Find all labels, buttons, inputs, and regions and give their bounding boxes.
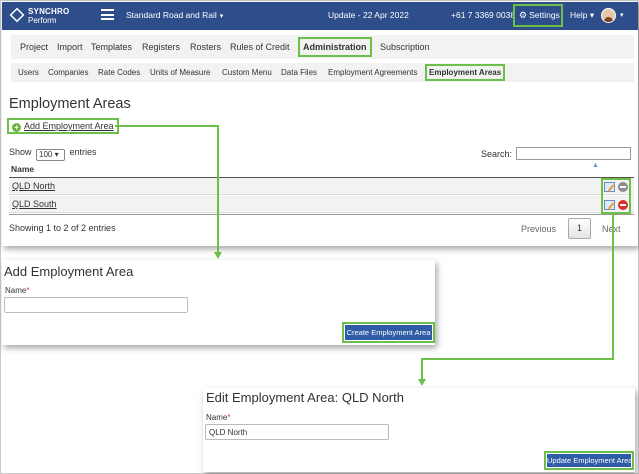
synchro-logo[interactable]: SYNCHRO Perform bbox=[9, 6, 72, 26]
edit-form-title: Edit Employment Area: QLD North bbox=[206, 390, 404, 405]
subnav-data-files[interactable]: Data Files bbox=[281, 68, 317, 77]
primary-nav: Project Import Templates Registers Roste… bbox=[11, 35, 634, 59]
arrowhead-edit bbox=[418, 379, 426, 386]
chevron-down-icon: ▾ bbox=[219, 13, 224, 20]
add-form-title: Add Employment Area bbox=[4, 264, 134, 279]
edit-name-label: Name* bbox=[206, 413, 230, 422]
search-input[interactable] bbox=[516, 147, 631, 160]
add-employment-area-link[interactable]: + Add Employment Area bbox=[7, 118, 119, 134]
required-marker: * bbox=[227, 413, 231, 422]
page-1-button[interactable]: 1 bbox=[568, 218, 591, 239]
settings-button[interactable]: ⚙ Settings bbox=[513, 4, 563, 27]
nav-templates[interactable]: Templates bbox=[91, 42, 132, 52]
canvas: SYNCHRO Perform Standard Road and Rail ▾ … bbox=[0, 0, 639, 474]
employment-areas-page: SYNCHRO Perform Standard Road and Rail ▾ … bbox=[2, 2, 638, 246]
chevron-down-icon: ▾ bbox=[587, 10, 595, 20]
add-link-label: Add Employment Area bbox=[24, 121, 114, 131]
settings-label: Settings bbox=[529, 10, 560, 20]
help-menu[interactable]: Help ▾ bbox=[570, 10, 594, 21]
update-employment-area-button[interactable]: Update Employment Area bbox=[547, 454, 632, 467]
entries-value: 100 bbox=[39, 150, 53, 159]
next-button[interactable]: Next bbox=[602, 224, 621, 234]
delete-icon[interactable] bbox=[618, 182, 628, 192]
logo-line2: Perform bbox=[28, 16, 57, 25]
nav-import[interactable]: Import bbox=[57, 42, 83, 52]
gear-icon: ⚙ bbox=[519, 10, 528, 20]
required-marker: * bbox=[26, 286, 30, 295]
company-selector[interactable]: Standard Road and Rail ▾ bbox=[126, 10, 223, 20]
edit-name-label-text: Name bbox=[206, 413, 228, 422]
search-label: Search: bbox=[481, 149, 513, 159]
top-bar: SYNCHRO Perform Standard Road and Rail ▾ … bbox=[2, 2, 638, 30]
table-bottom-divider bbox=[9, 214, 634, 215]
nav-project[interactable]: Project bbox=[20, 42, 48, 52]
table-row: QLD North bbox=[9, 178, 634, 195]
avatar[interactable] bbox=[601, 8, 616, 23]
nav-registers[interactable]: Registers bbox=[142, 42, 180, 52]
entries-length-control: Show 100 ▾ entries bbox=[9, 147, 97, 161]
logo-line1: SYNCHRO bbox=[28, 7, 70, 16]
edit-employment-area-form: Edit Employment Area: QLD North Name* QL… bbox=[203, 388, 635, 472]
chevron-down-icon[interactable]: ▾ bbox=[620, 11, 624, 19]
row-name-link[interactable]: QLD South bbox=[12, 199, 57, 209]
subnav-rate-codes[interactable]: Rate Codes bbox=[98, 68, 140, 77]
arrowhead-add bbox=[214, 252, 222, 259]
show-label: Show bbox=[9, 147, 32, 157]
subnav-units-of-measure[interactable]: Units of Measure bbox=[150, 68, 210, 77]
edit-name-input[interactable]: QLD North bbox=[205, 424, 389, 440]
create-button-highlight: Create Employment Area bbox=[342, 322, 435, 343]
hamburger-icon[interactable] bbox=[101, 9, 114, 20]
entries-label: entries bbox=[69, 147, 97, 157]
edit-icon[interactable] bbox=[604, 182, 615, 192]
column-header-name[interactable]: Name bbox=[11, 164, 34, 174]
secondary-nav: Users Companies Rate Codes Units of Meas… bbox=[11, 63, 634, 82]
page-title: Employment Areas bbox=[9, 96, 131, 112]
table-info: Showing 1 to 2 of 2 entries bbox=[9, 223, 116, 233]
add-name-input[interactable] bbox=[4, 297, 188, 313]
update-button-highlight: Update Employment Area bbox=[544, 451, 634, 470]
company-name: Standard Road and Rail bbox=[126, 10, 217, 20]
nav-administration[interactable]: Administration bbox=[298, 37, 372, 57]
logo-mark-icon bbox=[9, 7, 25, 23]
help-label: Help bbox=[570, 10, 588, 20]
row-name-link[interactable]: QLD North bbox=[12, 181, 55, 191]
subnav-users[interactable]: Users bbox=[18, 68, 39, 77]
sort-icon[interactable]: ▲ bbox=[592, 162, 599, 169]
add-name-label-text: Name bbox=[5, 286, 27, 295]
subnav-employment-agreements[interactable]: Employment Agreements bbox=[328, 68, 417, 77]
create-employment-area-button[interactable]: Create Employment Area bbox=[345, 325, 432, 340]
entries-select[interactable]: 100 ▾ bbox=[36, 149, 66, 161]
previous-button[interactable]: Previous bbox=[521, 224, 556, 234]
add-employment-area-form: Add Employment Area Name* Create Employm… bbox=[2, 260, 435, 345]
add-circle-icon: + bbox=[12, 123, 21, 132]
table-row: QLD South bbox=[9, 196, 634, 213]
update-text: Update - 22 Apr 2022 bbox=[328, 10, 409, 20]
nav-rosters[interactable]: Rosters bbox=[190, 42, 221, 52]
phone-number: +61 7 3369 0038 bbox=[451, 10, 516, 20]
subnav-employment-areas[interactable]: Employment Areas bbox=[425, 64, 506, 81]
add-name-label: Name* bbox=[5, 286, 29, 295]
edit-icon[interactable] bbox=[604, 200, 615, 210]
delete-icon[interactable] bbox=[618, 200, 628, 210]
nav-subscription[interactable]: Subscription bbox=[380, 42, 430, 52]
nav-rules-of-credit[interactable]: Rules of Credit bbox=[230, 42, 290, 52]
subnav-custom-menu[interactable]: Custom Menu bbox=[222, 68, 272, 77]
subnav-companies[interactable]: Companies bbox=[48, 68, 88, 77]
